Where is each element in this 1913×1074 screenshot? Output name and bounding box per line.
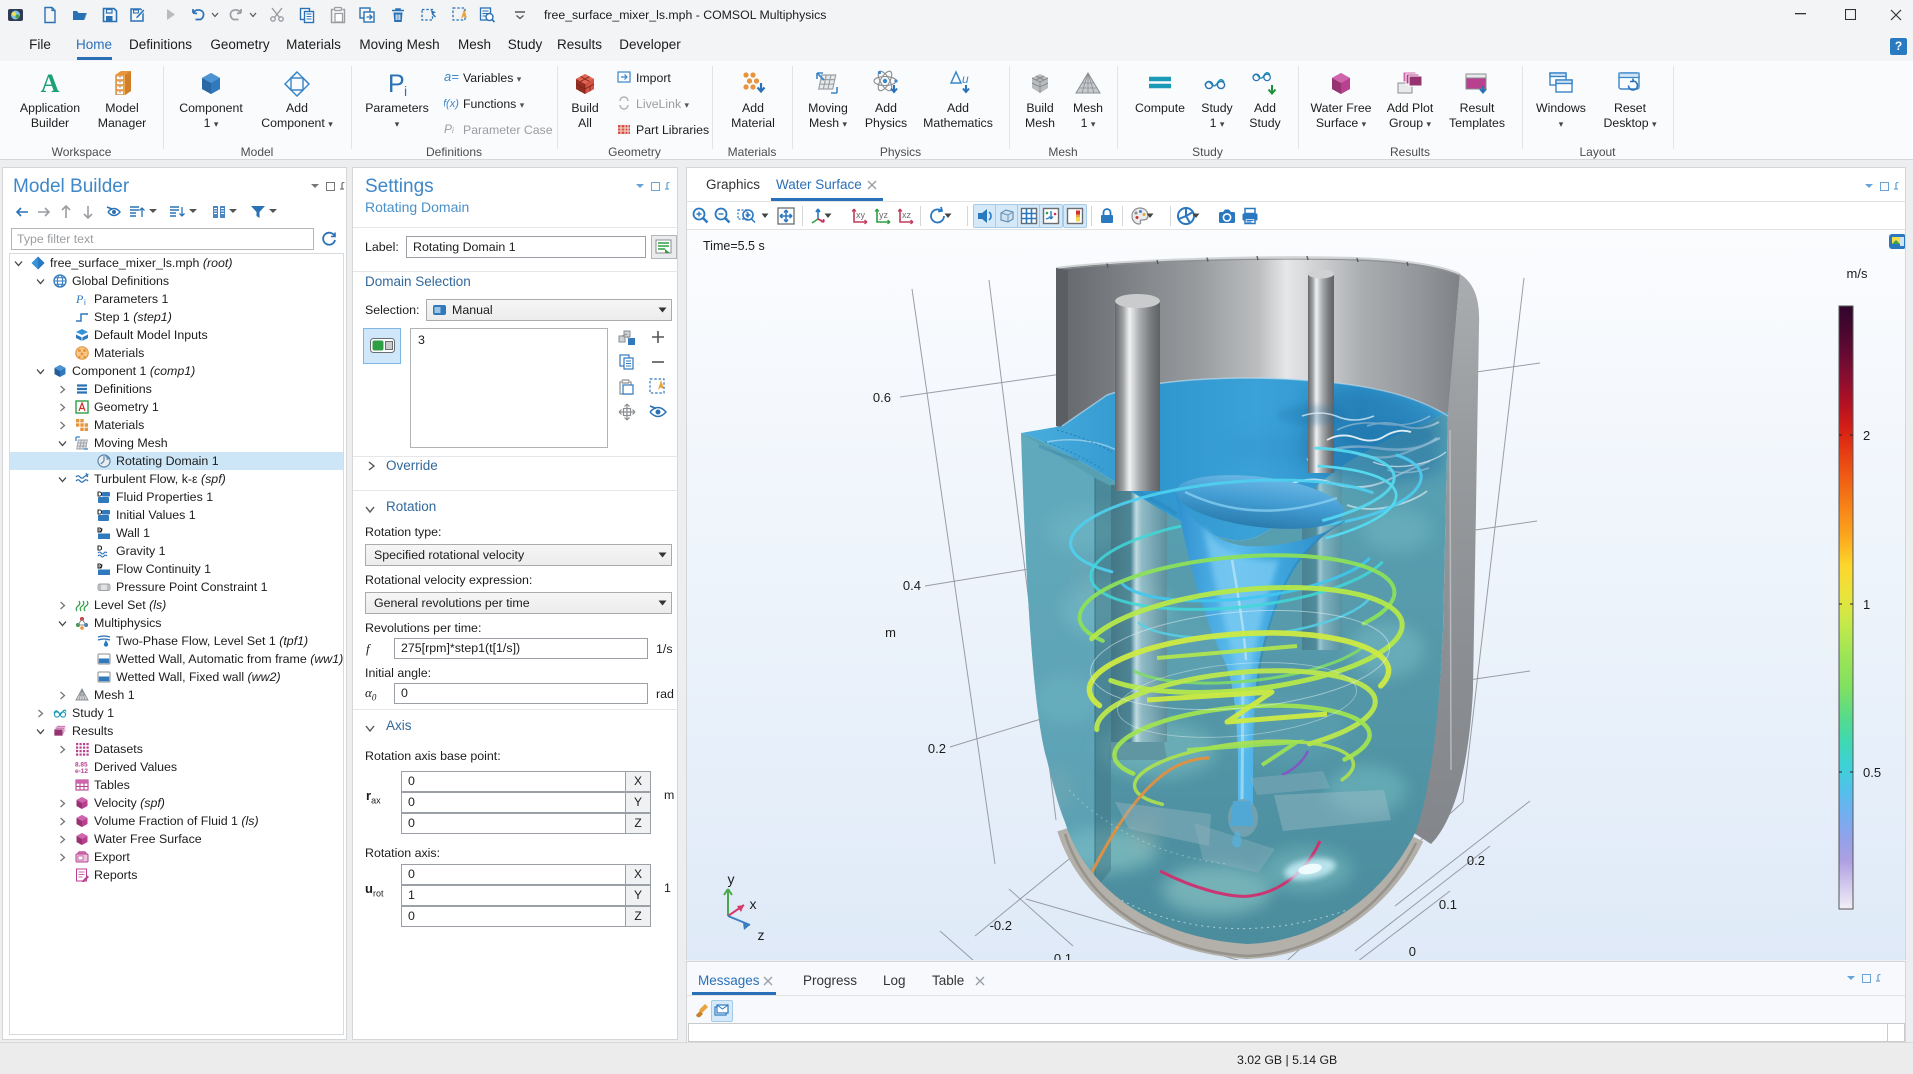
- svg-text:f(x): f(x): [444, 98, 459, 110]
- svg-text:P: P: [388, 70, 405, 97]
- svg-text:y: y: [728, 871, 735, 887]
- svg-text:2: 2: [1863, 428, 1870, 443]
- svg-text:0.2: 0.2: [1467, 853, 1485, 868]
- svg-text:m: m: [885, 625, 896, 640]
- svg-text:0.5: 0.5: [1863, 765, 1881, 780]
- svg-text:0.1: 0.1: [1054, 951, 1072, 960]
- svg-text:xz: xz: [902, 210, 912, 220]
- svg-text:0.6: 0.6: [873, 390, 891, 405]
- svg-text:Pi: Pi: [444, 122, 454, 136]
- svg-text:D: D: [97, 544, 103, 553]
- svg-text:0: 0: [1409, 944, 1416, 959]
- svg-text:xy: xy: [856, 210, 866, 220]
- svg-text:0.1: 0.1: [1439, 897, 1457, 912]
- svg-text:i: i: [84, 298, 86, 306]
- svg-text:z: z: [758, 927, 765, 943]
- svg-text:a=: a=: [444, 70, 459, 84]
- svg-text:m/s: m/s: [1847, 266, 1868, 281]
- svg-text:0.4: 0.4: [903, 578, 921, 593]
- svg-text:0.2: 0.2: [928, 741, 946, 756]
- svg-text:e-12: e-12: [75, 768, 88, 774]
- svg-text:i: i: [404, 83, 407, 97]
- svg-text:u: u: [962, 72, 969, 86]
- svg-text:x: x: [750, 896, 757, 912]
- svg-text:P: P: [75, 292, 84, 306]
- svg-text:1: 1: [1863, 597, 1870, 612]
- svg-text:A: A: [41, 69, 60, 97]
- svg-text:yz: yz: [879, 210, 889, 220]
- svg-text:-0.2: -0.2: [990, 918, 1012, 933]
